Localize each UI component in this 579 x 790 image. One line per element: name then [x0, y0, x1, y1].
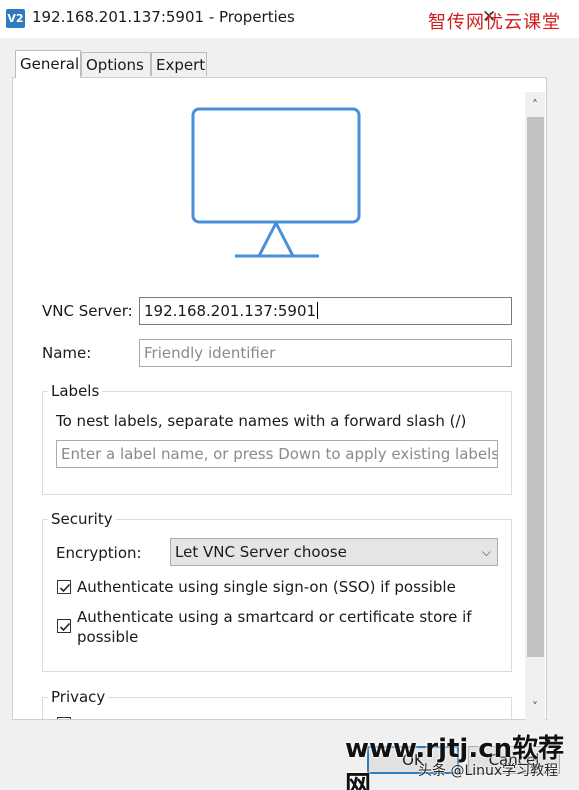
chevron-down-icon: ⌵	[481, 545, 491, 559]
encryption-select[interactable]: Let VNC Server choose ⌵	[170, 538, 498, 566]
scroll-up-arrow-icon[interactable]: ˄	[525, 94, 545, 116]
general-tab-panel: VNC Server: 192.168.201.137:5901 Name: F…	[12, 77, 547, 720]
watermark-overlay-text: 智传网优云课堂	[428, 12, 561, 33]
encryption-label: Encryption:	[56, 544, 142, 562]
security-group-title: Security	[48, 510, 116, 528]
smartcard-checkbox[interactable]	[57, 619, 71, 633]
text-caret	[317, 302, 319, 319]
vnc-server-input[interactable]: 192.168.201.137:5901	[139, 297, 512, 325]
sso-checkbox-label[interactable]: Authenticate using single sign-on (SSO) …	[77, 578, 456, 596]
vnc-server-label: VNC Server:	[42, 302, 133, 320]
privacy-checkbox[interactable]	[57, 717, 71, 719]
tab-general[interactable]: General	[15, 50, 81, 78]
checkmark-icon	[59, 583, 71, 593]
properties-window: V2 192.168.201.137:5901 - Properties ✕ 智…	[0, 0, 579, 790]
vertical-scrollbar[interactable]: ˄ ˅	[525, 92, 545, 720]
vnc-viewer-app-icon: V2	[6, 9, 25, 28]
title-bar: V2 192.168.201.137:5901 - Properties ✕ 智…	[0, 0, 579, 38]
encryption-select-value: Let VNC Server choose	[175, 543, 347, 561]
monitor-icon	[191, 107, 361, 258]
general-scroll-area: VNC Server: 192.168.201.137:5901 Name: F…	[13, 78, 527, 719]
scroll-down-arrow-icon[interactable]: ˅	[525, 696, 545, 718]
privacy-group	[42, 697, 512, 719]
privacy-group-title: Privacy	[48, 688, 109, 706]
scrollbar-thumb[interactable]	[527, 117, 544, 657]
labels-group-title: Labels	[48, 382, 103, 400]
checkmark-icon	[59, 622, 71, 632]
window-title: 192.168.201.137:5901 - Properties	[32, 8, 295, 26]
credit-watermark: 头条 @Linux学习教程	[418, 763, 559, 779]
tab-options[interactable]: Options	[81, 52, 151, 76]
site-watermark: www.rjtj.cn软荐网	[345, 734, 565, 790]
label-name-input[interactable]: Enter a label name, or press Down to app…	[56, 440, 498, 468]
tab-expert[interactable]: Expert	[151, 52, 207, 76]
vnc-server-value: 192.168.201.137:5901	[144, 302, 317, 320]
labels-hint: To nest labels, separate names with a fo…	[56, 412, 467, 430]
name-label: Name:	[42, 344, 92, 362]
name-input[interactable]: Friendly identifier	[139, 339, 512, 367]
smartcard-checkbox-label-line1[interactable]: Authenticate using a smartcard or certif…	[77, 608, 472, 626]
smartcard-checkbox-label-line2[interactable]: possible	[77, 628, 138, 646]
sso-checkbox[interactable]	[57, 580, 71, 594]
